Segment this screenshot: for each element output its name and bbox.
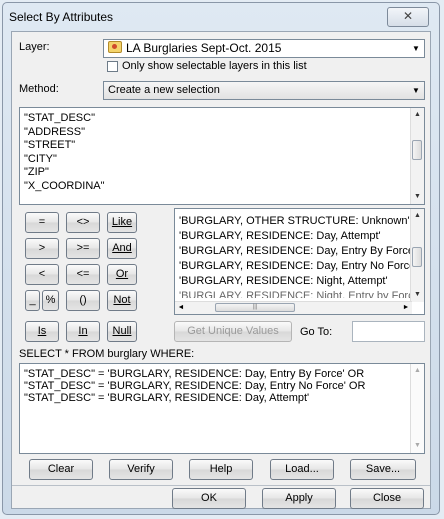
help-button[interactable]: Help xyxy=(189,459,253,480)
divider xyxy=(12,485,430,486)
layer-dropdown[interactable]: LA Burglaries Sept-Oct. 2015 ▼ xyxy=(103,39,425,58)
go-to-input[interactable] xyxy=(352,321,425,342)
field-item[interactable]: "ZIP" xyxy=(20,166,424,180)
expression-line: "STAT_DESC" = 'BURGLARY, RESIDENCE: Day,… xyxy=(24,380,366,392)
scroll-thumb[interactable] xyxy=(412,247,422,267)
scroll-down-icon[interactable]: ▼ xyxy=(411,190,424,204)
is-button[interactable]: Is xyxy=(25,321,59,342)
layer-label: Layer: xyxy=(19,41,50,53)
percent-button[interactable]: % xyxy=(42,290,59,311)
apply-button[interactable]: Apply xyxy=(262,488,336,509)
dialog-body: Layer: LA Burglaries Sept-Oct. 2015 ▼ On… xyxy=(11,31,431,509)
chevron-down-icon: ▼ xyxy=(412,86,420,95)
and-button[interactable]: And xyxy=(107,238,137,259)
scroll-thumb[interactable] xyxy=(412,140,422,160)
field-item[interactable]: "CITY" xyxy=(20,153,424,167)
fields-scrollbar[interactable]: ▲ ▼ xyxy=(410,108,424,204)
field-item[interactable]: "STREET" xyxy=(20,139,424,153)
null-button[interactable]: Null xyxy=(107,321,137,342)
expression-line: "STAT_DESC" = 'BURGLARY, RESIDENCE: Day,… xyxy=(24,392,310,404)
greater-than-button[interactable]: > xyxy=(25,238,59,259)
layer-dropdown-value: LA Burglaries Sept-Oct. 2015 xyxy=(126,41,282,55)
clear-button[interactable]: Clear xyxy=(29,459,93,480)
scroll-right-icon[interactable]: ► xyxy=(400,302,412,314)
values-vertical-scrollbar[interactable]: ▲ ▼ xyxy=(410,209,424,302)
fields-list[interactable]: "STAT_DESC" "ADDRESS" "STREET" "CITY" "Z… xyxy=(19,107,425,205)
window-close-button[interactable]: ✕ xyxy=(387,7,429,27)
scroll-down-icon[interactable]: ▼ xyxy=(411,288,424,302)
in-button[interactable]: In xyxy=(66,321,100,342)
value-item[interactable]: 'BURGLARY, RESIDENCE: Night, Attempt' xyxy=(175,274,413,289)
parentheses-button[interactable]: () xyxy=(66,290,100,311)
value-item[interactable]: 'BURGLARY, RESIDENCE: Day, Entry By Forc… xyxy=(175,244,413,259)
method-dropdown[interactable]: Create a new selection ▼ xyxy=(103,81,425,100)
get-unique-values-button[interactable]: Get Unique Values xyxy=(174,321,292,342)
not-button[interactable]: Not xyxy=(107,290,137,311)
close-button[interactable]: Close xyxy=(350,488,424,509)
less-equal-button[interactable]: <= xyxy=(66,264,100,285)
close-icon: ✕ xyxy=(402,9,414,23)
expression-line: "STAT_DESC" = 'BURGLARY, RESIDENCE: Day,… xyxy=(24,368,365,380)
unique-values-list[interactable]: 'BURGLARY, OTHER STRUCTURE: Unknown' 'BU… xyxy=(174,208,425,315)
equals-button[interactable]: = xyxy=(25,212,59,233)
verify-button[interactable]: Verify xyxy=(109,459,173,480)
only-selectable-checkbox[interactable] xyxy=(107,61,118,72)
values-horizontal-scrollbar[interactable]: ◄ ||| ► xyxy=(175,301,412,314)
scroll-thumb[interactable]: ||| xyxy=(215,303,295,312)
method-label: Method: xyxy=(19,83,59,95)
method-dropdown-value: Create a new selection xyxy=(108,84,220,96)
select-by-attributes-dialog: Select By Attributes ✕ Layer: LA Burglar… xyxy=(2,2,440,515)
value-item[interactable]: 'BURGLARY, RESIDENCE: Night, Entry by Fo… xyxy=(175,289,413,298)
expression-textbox[interactable]: "STAT_DESC" = 'BURGLARY, RESIDENCE: Day,… xyxy=(19,363,425,454)
chevron-down-icon: ▼ xyxy=(412,44,420,53)
save-button[interactable]: Save... xyxy=(350,459,416,480)
less-than-button[interactable]: < xyxy=(25,264,59,285)
ok-button[interactable]: OK xyxy=(172,488,246,509)
or-button[interactable]: Or xyxy=(107,264,137,285)
sql-prefix-label: SELECT * FROM burglary WHERE: xyxy=(19,348,195,360)
expression-scrollbar[interactable]: ▲ ▼ xyxy=(410,364,424,453)
scroll-down-icon[interactable]: ▼ xyxy=(411,439,424,453)
greater-equal-button[interactable]: >= xyxy=(66,238,100,259)
layer-icon xyxy=(108,41,122,53)
scroll-up-icon[interactable]: ▲ xyxy=(411,364,424,378)
value-item[interactable]: 'BURGLARY, OTHER STRUCTURE: Unknown' xyxy=(175,214,413,229)
load-button[interactable]: Load... xyxy=(270,459,334,480)
like-button[interactable]: Like xyxy=(107,212,137,233)
scroll-left-icon[interactable]: ◄ xyxy=(175,302,187,314)
underscore-button[interactable]: _ xyxy=(25,290,40,311)
go-to-label: Go To: xyxy=(300,326,333,338)
only-selectable-label: Only show selectable layers in this list xyxy=(122,60,307,72)
window-title: Select By Attributes xyxy=(9,10,114,24)
title-bar[interactable]: Select By Attributes ✕ xyxy=(3,3,439,31)
value-item[interactable]: 'BURGLARY, RESIDENCE: Day, Attempt' xyxy=(175,229,413,244)
scroll-up-icon[interactable]: ▲ xyxy=(411,209,424,223)
not-equal-button[interactable]: <> xyxy=(66,212,100,233)
scroll-up-icon[interactable]: ▲ xyxy=(411,108,424,122)
field-item[interactable]: "ADDRESS" xyxy=(20,126,424,140)
value-item[interactable]: 'BURGLARY, RESIDENCE: Day, Entry No Forc… xyxy=(175,259,413,274)
field-item[interactable]: "STAT_DESC" xyxy=(20,112,424,126)
field-item[interactable]: "X_COORDINA" xyxy=(20,180,424,194)
